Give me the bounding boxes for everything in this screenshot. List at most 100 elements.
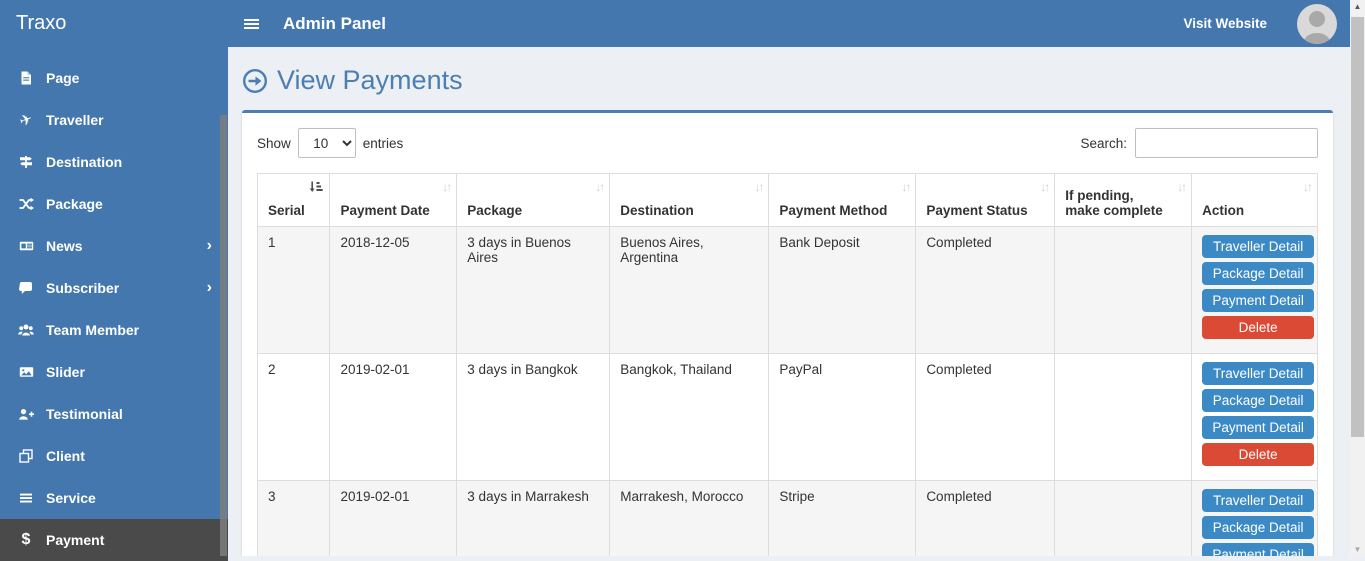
page-title: View Payments [277, 65, 463, 96]
package-detail-button[interactable]: Package Detail [1202, 516, 1314, 539]
map-signs-icon [16, 155, 36, 169]
topbar: Admin Panel Visit Website [228, 0, 1365, 47]
sort-icon: ↓↑ [1040, 180, 1048, 194]
payments-card: Show 10 entries Search: Serial [242, 110, 1333, 556]
table-header-row: Serial Payment Date↓↑ Package↓↑ Destinat… [258, 174, 1318, 227]
sort-icon: ↓↑ [754, 180, 762, 194]
cell-payment-status: Completed [916, 354, 1055, 481]
column-header-package[interactable]: Package↓↑ [457, 174, 610, 227]
dollar-icon: $ [16, 531, 36, 549]
sidebar-item-payment[interactable]: $ Payment [0, 519, 228, 561]
cell-payment-status: Completed [916, 481, 1055, 557]
package-detail-button[interactable]: Package Detail [1202, 389, 1314, 412]
cell-payment-method: PayPal [769, 354, 916, 481]
sidebar-item-client[interactable]: Client [0, 435, 228, 477]
search-label: Search: [1080, 136, 1127, 151]
payment-detail-button[interactable]: Payment Detail [1202, 289, 1314, 312]
sort-icon: ↓↑ [1177, 180, 1185, 194]
sidebar-item-testimonial[interactable]: Testimonial [0, 393, 228, 435]
list-icon [16, 491, 36, 505]
delete-button[interactable]: Delete [1202, 443, 1314, 466]
sidebar-item-label: Package [46, 196, 103, 212]
brand-logo[interactable]: Traxo [0, 0, 228, 47]
cell-action: Traveller Detail Package Detail Payment … [1192, 354, 1318, 481]
cell-payment-status: Completed [916, 227, 1055, 354]
users-icon [16, 323, 36, 337]
cell-action: Traveller Detail Package Detail Payment … [1192, 481, 1318, 557]
sidebar-item-label: Testimonial [46, 406, 123, 422]
column-header-destination[interactable]: Destination↓↑ [610, 174, 769, 227]
traveller-detail-button[interactable]: Traveller Detail [1202, 489, 1314, 512]
column-header-payment-method[interactable]: Payment Method↓↑ [769, 174, 916, 227]
sidebar-item-label: Page [46, 70, 79, 86]
sidebar-item-label: Payment [46, 532, 104, 548]
sort-icon: ↓↑ [442, 180, 450, 194]
search-input[interactable] [1135, 128, 1318, 158]
payment-detail-button[interactable]: Payment Detail [1202, 543, 1314, 556]
visit-website-link[interactable]: Visit Website [1183, 16, 1267, 31]
sort-icon: ↓↑ [1303, 180, 1311, 194]
scroll-up-icon[interactable]: ▲ [1350, 2, 1365, 11]
sidebar-item-label: Service [46, 490, 96, 506]
cell-payment-date: 2019-02-01 [330, 481, 457, 557]
cell-payment-method: Bank Deposit [769, 227, 916, 354]
sidebar-item-label: Subscriber [46, 280, 119, 296]
sidebar-item-destination[interactable]: Destination [0, 141, 228, 183]
user-avatar[interactable] [1297, 4, 1337, 44]
browser-scrollbar[interactable]: ▲ ▼ [1350, 0, 1365, 556]
sidebar-item-label: Traveller [46, 112, 104, 128]
file-icon [16, 71, 36, 85]
sidebar-item-team-member[interactable]: Team Member [0, 309, 228, 351]
app-title: Admin Panel [283, 14, 386, 34]
table-row: 2 2019-02-01 3 days in Bangkok Bangkok, … [258, 354, 1318, 481]
sidebar-item-package[interactable]: Package [0, 183, 228, 225]
sidebar-item-label: Client [46, 448, 85, 464]
column-header-payment-date[interactable]: Payment Date↓↑ [330, 174, 457, 227]
sort-icon: ↓↑ [595, 180, 603, 194]
sidebar-item-subscriber[interactable]: Subscriber › [0, 267, 228, 309]
cell-payment-date: 2019-02-01 [330, 354, 457, 481]
table-row: 1 2018-12-05 3 days in Buenos Aires Buen… [258, 227, 1318, 354]
sidebar-item-slider[interactable]: Slider [0, 351, 228, 393]
sidebar-item-news[interactable]: News › [0, 225, 228, 267]
chevron-right-icon: › [207, 238, 212, 254]
column-header-payment-status[interactable]: Payment Status↓↑ [916, 174, 1055, 227]
plane-icon: ✈ [14, 108, 39, 132]
package-detail-button[interactable]: Package Detail [1202, 262, 1314, 285]
cell-action: Traveller Detail Package Detail Payment … [1192, 227, 1318, 354]
cell-destination: Bangkok, Thailand [610, 354, 769, 481]
payments-table: Serial Payment Date↓↑ Package↓↑ Destinat… [257, 173, 1318, 556]
clone-icon [16, 449, 36, 463]
traveller-detail-button[interactable]: Traveller Detail [1202, 235, 1314, 258]
sort-asc-icon [309, 181, 323, 193]
sidebar-item-traveller[interactable]: ✈ Traveller [0, 99, 228, 141]
column-header-action[interactable]: Action↓↑ [1192, 174, 1318, 227]
cell-package: 3 days in Bangkok [457, 354, 610, 481]
scrollbar-thumb[interactable] [1351, 17, 1364, 437]
image-icon [16, 365, 36, 379]
sidebar-scrollbar-thumb[interactable] [220, 115, 227, 556]
column-header-serial[interactable]: Serial [258, 174, 330, 227]
sidebar-item-label: Team Member [46, 322, 139, 338]
table-row: 3 2019-02-01 3 days in Marrakesh Marrake… [258, 481, 1318, 557]
menu-toggle-icon[interactable] [244, 17, 259, 31]
payment-detail-button[interactable]: Payment Detail [1202, 416, 1314, 439]
table-controls: Show 10 entries Search: [257, 128, 1318, 158]
column-header-if-pending[interactable]: If pending, make complete↓↑ [1055, 174, 1192, 227]
page-size-select[interactable]: 10 [298, 128, 356, 158]
sidebar-item-label: News [46, 238, 83, 254]
newspaper-icon [16, 239, 36, 253]
delete-button[interactable]: Delete [1202, 316, 1314, 339]
show-label: Show [257, 136, 291, 151]
cell-package: 3 days in Buenos Aires [457, 227, 610, 354]
traveller-detail-button[interactable]: Traveller Detail [1202, 362, 1314, 385]
cell-if-pending [1055, 481, 1192, 557]
cell-serial: 1 [258, 227, 330, 354]
cell-serial: 2 [258, 354, 330, 481]
shuffle-icon [16, 197, 36, 211]
cell-payment-method: Stripe [769, 481, 916, 557]
sidebar-item-page[interactable]: Page [0, 57, 228, 99]
sidebar-item-service[interactable]: Service [0, 477, 228, 519]
main-content: View Payments Show 10 entries Search: Se… [228, 47, 1365, 556]
scroll-down-icon[interactable]: ▼ [1350, 545, 1365, 554]
